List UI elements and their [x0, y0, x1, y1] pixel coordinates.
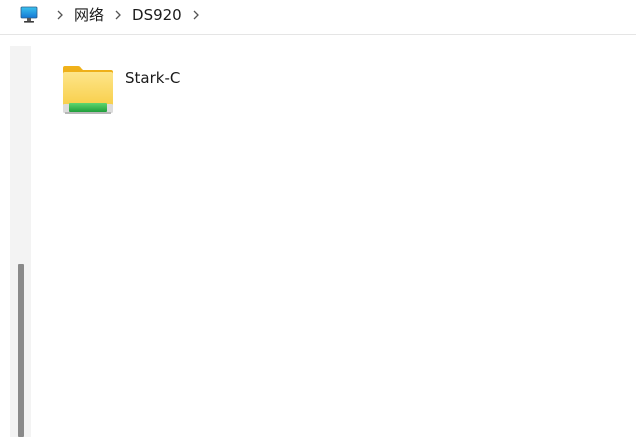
file-explorer-window: 网络 DS920 Stark-C: [0, 0, 636, 437]
chevron-right-icon[interactable]: [52, 6, 68, 24]
address-bar[interactable]: 网络 DS920: [0, 0, 636, 35]
breadcrumb-ds920[interactable]: DS920: [132, 5, 182, 25]
chevron-right-icon[interactable]: [110, 6, 126, 24]
breadcrumb-network[interactable]: 网络: [74, 5, 104, 25]
navigation-scrollbar-thumb[interactable]: [18, 264, 24, 437]
chevron-right-icon[interactable]: [188, 6, 204, 24]
content-area[interactable]: Stark-C: [32, 46, 636, 437]
list-item[interactable]: Stark-C: [60, 62, 180, 118]
folder-name: Stark-C: [125, 69, 181, 87]
this-pc-monitor-icon[interactable]: [20, 6, 38, 24]
network-share-folder-icon: [63, 66, 113, 114]
breadcrumb: 网络 DS920: [20, 4, 210, 26]
